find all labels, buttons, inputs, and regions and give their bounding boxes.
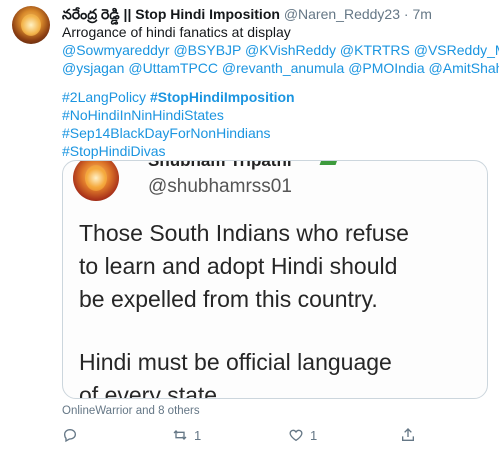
user-handle[interactable]: @Naren_Reddy23: [284, 6, 400, 22]
retweet-icon: [173, 430, 187, 440]
liked-by-summary[interactable]: OnlineWarrior and 8 others: [62, 405, 200, 417]
hashtag-list: #2LangPolicy #StopHindiImposition #NoHin…: [62, 88, 295, 160]
mentions-line-2[interactable]: @ysjagan @UttamTPCC @revanth_anumula @PM…: [62, 59, 499, 77]
separator-dot: ·: [403, 6, 409, 22]
mentions-line-1[interactable]: @Sowmyareddyr @BSYBJP @KVishReddy @KTRTR…: [62, 41, 499, 59]
reply-button[interactable]: [62, 426, 78, 444]
retweet-button[interactable]: 1: [172, 426, 201, 444]
display-name[interactable]: నరేంద్ర రెడ్డి || Stop Hindi Imposition: [62, 6, 280, 22]
media-image[interactable]: Shubham Tripathi @shubhamrss01 Those Sou…: [62, 160, 488, 399]
media-text-line: Those South Indians who refuse: [79, 220, 409, 246]
tweet-header: నరేంద్ర రెడ్డి || Stop Hindi Imposition …: [62, 5, 432, 23]
media-text-line: be expelled from this country.: [79, 286, 378, 312]
share-icon: [402, 428, 414, 441]
hashtag-2langpolicy[interactable]: #2LangPolicy: [62, 89, 146, 105]
tweet-text: Arrogance of hindi fanatics at display: [62, 24, 291, 40]
avatar[interactable]: [12, 6, 50, 44]
hashtag-stophindiimposition[interactable]: #StopHindiImposition: [150, 89, 295, 105]
media-handle: @shubhamrss01: [148, 176, 292, 197]
hashtag-sep14[interactable]: #Sep14BlackDayForNonHindians: [62, 124, 295, 142]
media-text-line: of every state: [79, 382, 218, 399]
hashtag-stophindidivas[interactable]: #StopHindiDivas: [62, 142, 295, 160]
reply-icon: [63, 428, 77, 443]
tweet[interactable]: నరేంద్ర రెడ్డి || Stop Hindi Imposition …: [0, 0, 499, 450]
media-cut-name: Shubham Tripathi: [148, 160, 292, 170]
action-bar: 1 1: [62, 426, 486, 444]
media-profile-picture: [73, 161, 119, 201]
timestamp[interactable]: 7m: [412, 6, 431, 22]
heart-icon: [289, 429, 303, 442]
like-count: 1: [310, 427, 318, 443]
like-button[interactable]: 1: [288, 426, 317, 444]
media-green-mark: [319, 161, 339, 165]
retweet-count: 1: [194, 427, 202, 443]
media-text-line: to learn and adopt Hindi should: [79, 253, 398, 279]
media-text-line: Hindi must be official language: [79, 349, 392, 375]
share-button[interactable]: [400, 426, 416, 444]
hashtag-nohindi[interactable]: #NoHindiInNinHindiStates: [62, 106, 295, 124]
avatar-image: [21, 14, 41, 36]
